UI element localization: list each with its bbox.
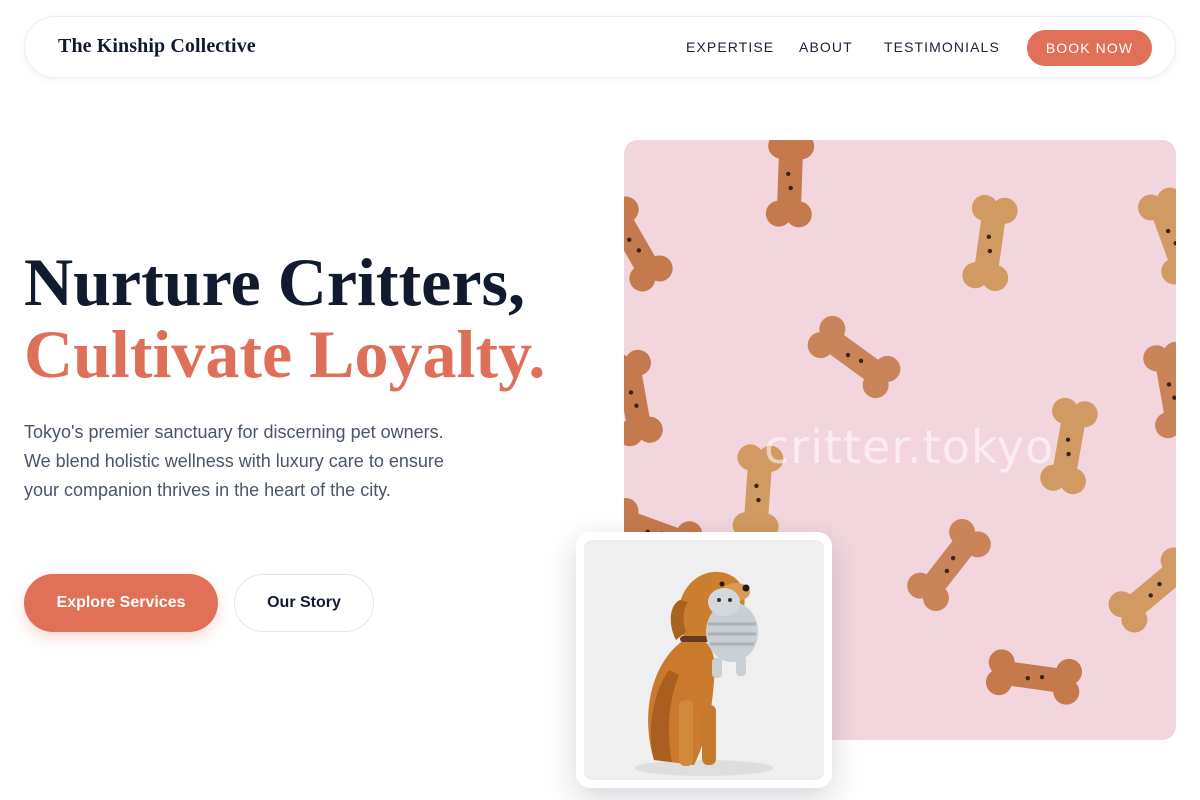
headline-line-2: Cultivate Loyalty. [24,316,546,392]
inset-image-card [576,532,832,788]
our-story-button[interactable]: Our Story [234,574,374,632]
book-now-button[interactable]: BOOK NOW [1027,30,1152,66]
headline-line-1: Nurture Critters, [24,244,526,320]
nav-link-expertise[interactable]: EXPERTISE [686,39,774,55]
nav-link-testimonials[interactable]: TESTIMONIALS [884,39,1000,55]
explore-services-button[interactable]: Explore Services [24,574,218,632]
dog-illustration [584,540,824,780]
brand-logo[interactable]: The Kinship Collective [58,35,256,58]
image-watermark: critter.tokyo [764,420,1055,474]
top-nav: The Kinship Collective EXPERTISE ABOUT T… [24,16,1176,78]
hero-headline: Nurture Critters, Cultivate Loyalty. [24,246,545,390]
nav-link-about[interactable]: ABOUT [799,39,853,55]
hero-description: Tokyo's premier sanctuary for discerning… [24,422,444,500]
dog-photo [584,540,824,780]
